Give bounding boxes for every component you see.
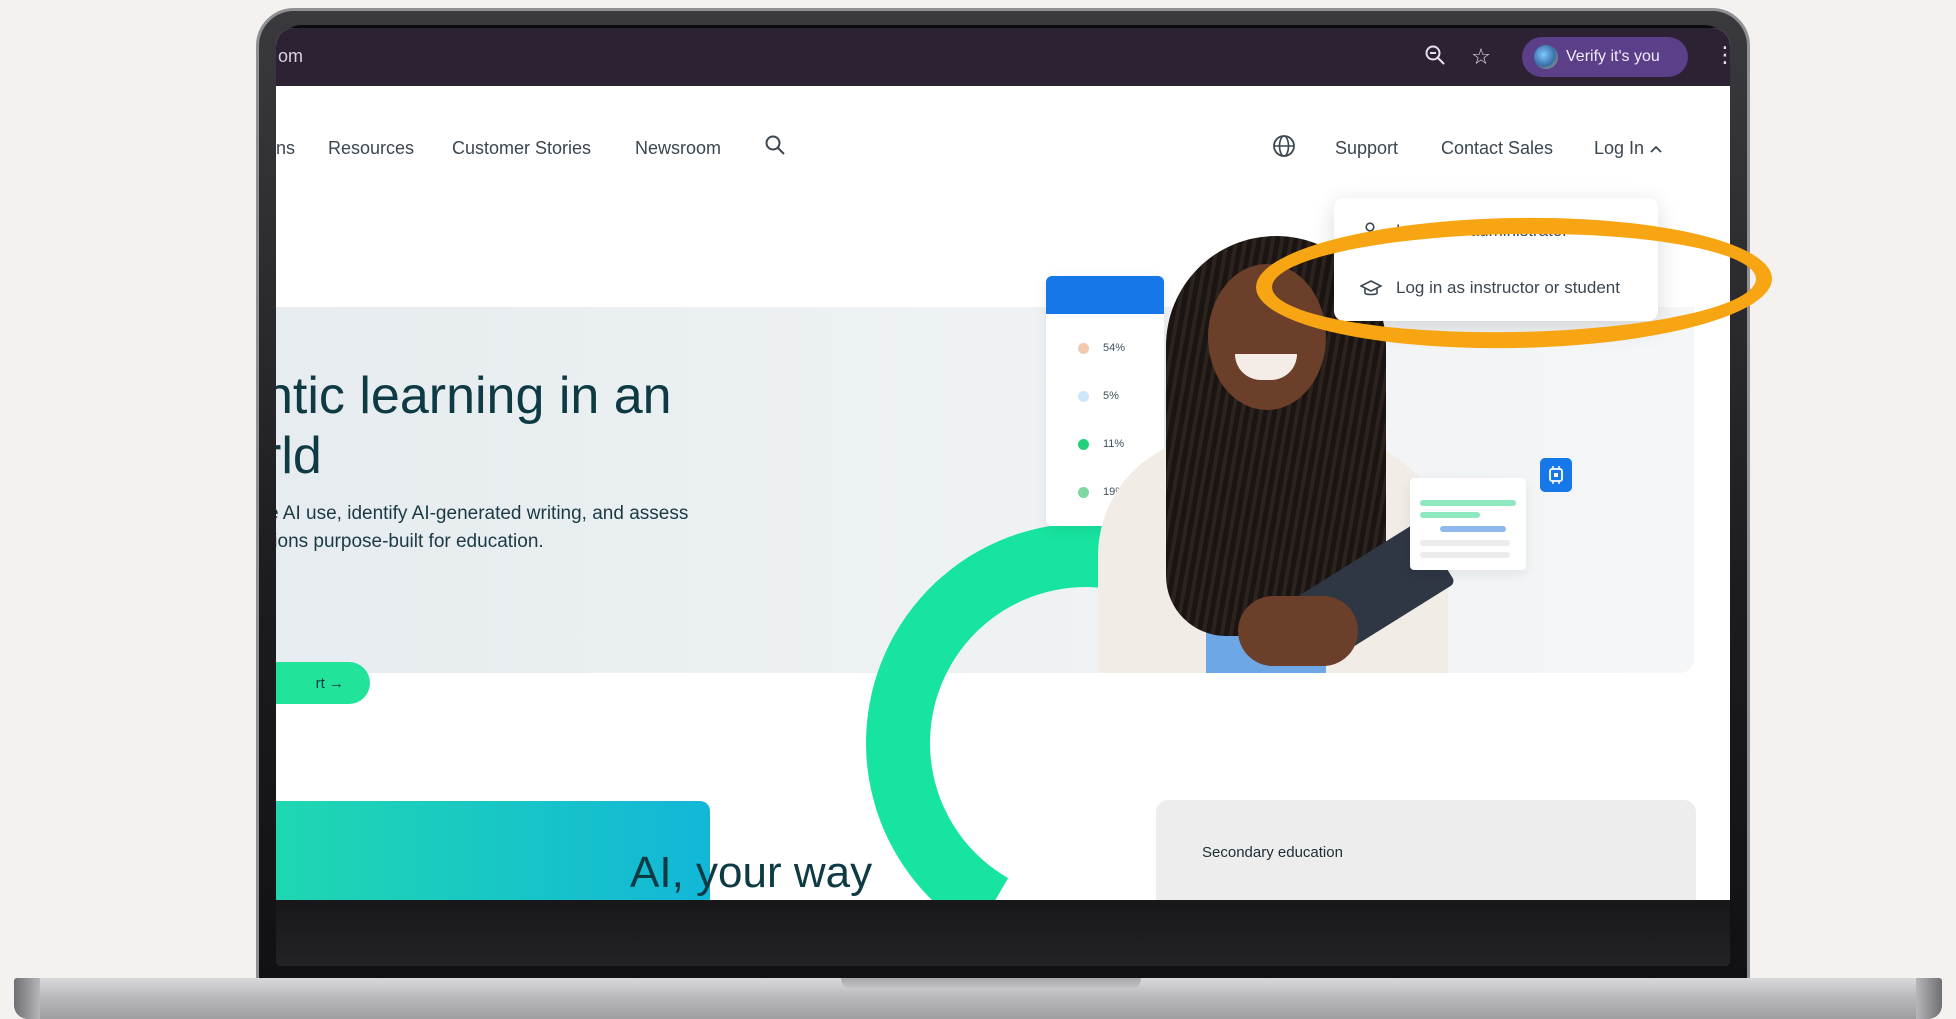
section-title-ai-your-way: AI, your way	[630, 848, 873, 897]
hero-title-line2: rld	[276, 427, 322, 485]
star-icon[interactable]: ☆	[1468, 44, 1494, 70]
hero-subtitle: e AI use, identify AI-generated writing,…	[276, 500, 688, 556]
chevron-up-icon	[1649, 138, 1663, 158]
secondary-education-card[interactable]: Secondary education	[1156, 800, 1696, 900]
nav-support[interactable]: Support	[1335, 138, 1398, 159]
ai-chip-icon	[1540, 458, 1572, 492]
laptop-notch	[841, 978, 1141, 990]
report-line	[1440, 526, 1506, 532]
profile-button-label: Verify it's you	[1566, 48, 1660, 65]
login-dropdown-menu: Log in as administrator Log in as instru…	[1334, 198, 1658, 321]
secondary-education-label: Secondary education	[1202, 844, 1343, 861]
zoom-icon[interactable]	[1422, 44, 1448, 70]
nav-login-label: Log In	[1594, 138, 1645, 158]
search-icon[interactable]	[764, 134, 786, 161]
browser-window: om ☆ Verify it's you ⋮ ns Resources Cust…	[276, 28, 1730, 900]
photo-hands	[1238, 596, 1358, 666]
mini-report-card	[1410, 478, 1526, 570]
profile-button[interactable]: Verify it's you	[1522, 37, 1688, 77]
nav-item-solutions[interactable]: ns	[276, 138, 295, 159]
report-line	[1420, 512, 1480, 518]
nav-login[interactable]: Log In	[1594, 138, 1663, 159]
person-icon	[1360, 221, 1380, 241]
avatar	[1534, 45, 1558, 69]
kebab-icon[interactable]: ⋮	[1714, 42, 1730, 68]
nav-item-newsroom[interactable]: Newsroom	[635, 138, 721, 159]
report-line	[1420, 540, 1510, 546]
nav-item-resources[interactable]: Resources	[328, 138, 414, 159]
hero-cta-button[interactable]: rt →	[276, 662, 370, 704]
report-line	[1420, 552, 1510, 558]
menu-item-label: Log in as administrator	[1396, 221, 1568, 240]
menu-item-login-administrator[interactable]: Log in as administrator	[1334, 203, 1658, 259]
graduation-cap-icon	[1359, 278, 1383, 298]
report-line	[1420, 500, 1516, 506]
globe-icon[interactable]	[1272, 134, 1296, 163]
hero-title: ntic learning in an rld	[276, 366, 672, 486]
hero-subtitle-line2: tions purpose-built for education.	[276, 531, 544, 552]
hero-subtitle-line1: e AI use, identify AI-generated writing,…	[276, 503, 689, 524]
photo-face	[1208, 264, 1326, 410]
menu-item-login-instructor-student[interactable]: Log in as instructor or student	[1334, 260, 1658, 316]
nav-item-customer-stories[interactable]: Customer Stories	[452, 138, 591, 159]
hero-title-line1: ntic learning in an	[276, 367, 672, 425]
address-bar-text[interactable]: om	[278, 46, 303, 67]
menu-item-label: Log in as instructor or student	[1396, 278, 1620, 297]
nav-contact-sales[interactable]: Contact Sales	[1441, 138, 1553, 159]
browser-toolbar: om ☆ Verify it's you ⋮	[276, 28, 1730, 86]
